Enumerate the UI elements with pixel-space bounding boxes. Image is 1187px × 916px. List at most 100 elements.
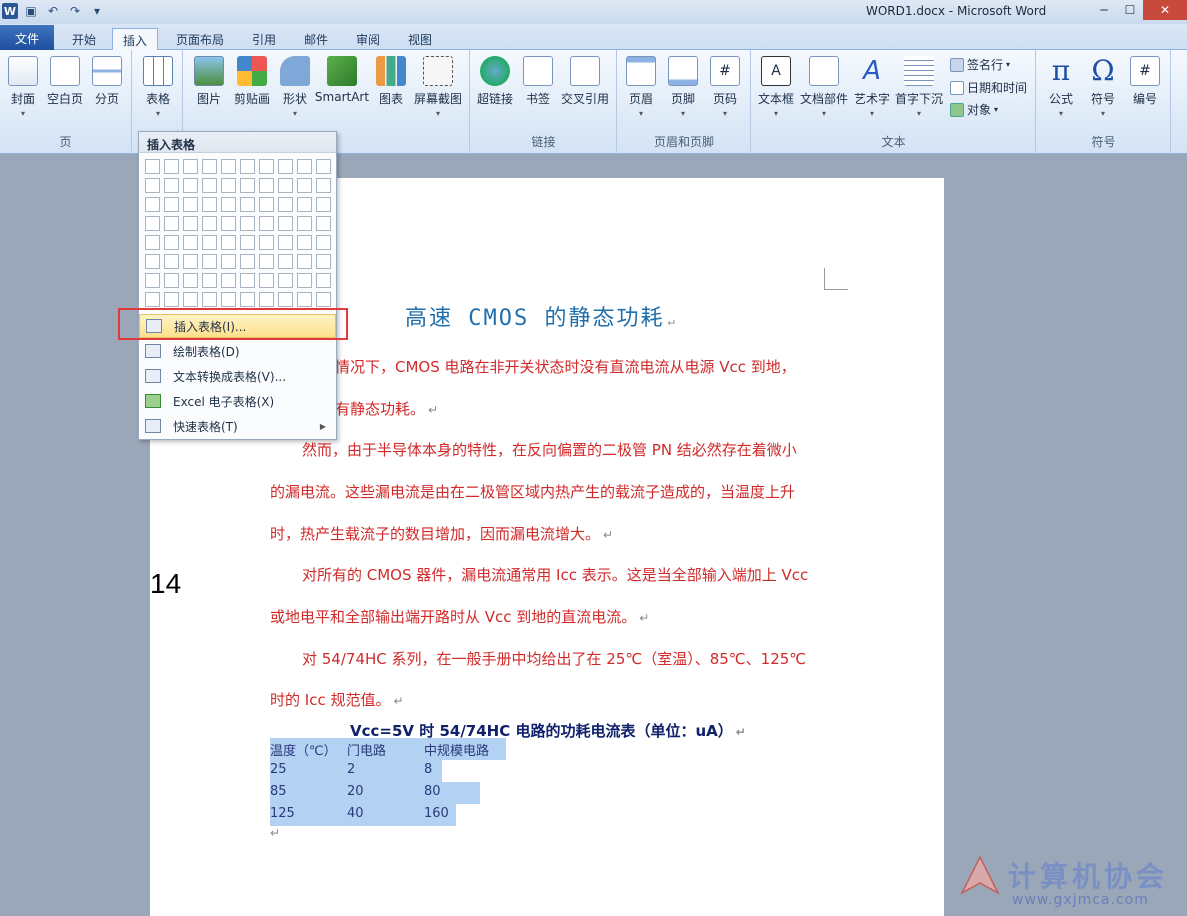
table-grid-cell[interactable]	[278, 292, 293, 307]
table-header-row[interactable]: 温度（℃） 门电路 中规模电路	[270, 738, 506, 760]
table-row[interactable]: 85 20 80	[270, 782, 480, 804]
table-grid-cell[interactable]	[278, 178, 293, 193]
table-grid-cell[interactable]	[221, 197, 236, 212]
draw-table-menu-item[interactable]: 绘制表格(D)	[139, 339, 336, 363]
table-grid-cell[interactable]	[202, 216, 217, 231]
customize-qat-icon[interactable]: ▾	[88, 3, 106, 19]
table-grid-cell[interactable]	[297, 216, 312, 231]
table-grid-cell[interactable]	[183, 216, 198, 231]
table-grid-cell[interactable]	[164, 235, 179, 250]
paragraph-line[interactable]: 时，热产生载流子的数目增加，因而漏电流增大。 ↵	[270, 523, 613, 544]
paragraph-line[interactable]: 或地电平和全部输出端开路时从 Vcc 到地的直流电流。 ↵	[270, 606, 649, 627]
table-grid-cell[interactable]	[297, 254, 312, 269]
table-grid-cell[interactable]	[221, 235, 236, 250]
table-row[interactable]: 25 2 8	[270, 760, 442, 782]
table-grid-cell[interactable]	[278, 216, 293, 231]
table-grid-cell[interactable]	[145, 216, 160, 231]
table-grid-cell[interactable]	[259, 178, 274, 193]
table-grid-cell[interactable]	[164, 178, 179, 193]
table-grid-cell[interactable]	[316, 254, 331, 269]
blank-page-button[interactable]: 空白页	[44, 56, 86, 107]
header-button[interactable]: 页眉 ▾	[624, 56, 658, 118]
table-grid-cell[interactable]	[240, 235, 255, 250]
table-grid-cell[interactable]	[259, 197, 274, 212]
table-grid-cell[interactable]	[259, 292, 274, 307]
table-grid-cell[interactable]	[221, 178, 236, 193]
table-grid-cell[interactable]	[259, 216, 274, 231]
quick-tables-menu-item[interactable]: 快速表格(T) ▶	[139, 414, 336, 438]
smartart-button[interactable]: SmartArt	[314, 56, 370, 104]
table-grid-cell[interactable]	[259, 159, 274, 174]
table-grid-cell[interactable]	[278, 254, 293, 269]
paragraph-line[interactable]: 想情况下，CMOS 电路在非开关状态时没有直流电流从电源 Vcc 到地，	[320, 356, 796, 377]
tab-insert[interactable]: 插入	[112, 28, 159, 51]
paragraph-line[interactable]: 时的 Icc 规范值。 ↵	[270, 689, 404, 710]
paragraph-line[interactable]: 的漏电流。这些漏电流是由在二极管区域内热产生的载流子造成的，当温度上升	[270, 481, 795, 502]
page-break-button[interactable]: 分页	[90, 56, 124, 107]
table-row[interactable]: 125 40 160	[270, 804, 456, 826]
tab-view[interactable]: 视图	[398, 28, 442, 50]
table-grid-cell[interactable]	[240, 216, 255, 231]
quick-parts-button[interactable]: 文档部件 ▾	[798, 56, 850, 118]
table-grid-cell[interactable]	[278, 159, 293, 174]
document-title[interactable]: 高速 CMOS 的静态功耗 ↵	[405, 300, 677, 332]
table-grid-cell[interactable]	[221, 216, 236, 231]
table-grid-cell[interactable]	[278, 235, 293, 250]
picture-button[interactable]: 图片	[192, 56, 226, 107]
object-button[interactable]: 对象 ▾	[950, 101, 998, 118]
symbol-button[interactable]: Ω 符号 ▾	[1085, 56, 1121, 119]
table-grid-cell[interactable]	[145, 197, 160, 212]
table-grid-cell[interactable]	[202, 159, 217, 174]
chart-button[interactable]: 图表	[374, 56, 408, 107]
bookmark-button[interactable]: 书签	[521, 56, 555, 107]
table-grid-cell[interactable]	[202, 235, 217, 250]
table-grid-cell[interactable]	[240, 178, 255, 193]
word-logo-icon[interactable]: W	[2, 3, 18, 19]
table-grid-cell[interactable]	[164, 292, 179, 307]
minimize-icon[interactable]: ─	[1091, 0, 1117, 20]
page-number-button[interactable]: # 页码 ▾	[708, 56, 742, 118]
table-grid-cell[interactable]	[183, 178, 198, 193]
table-grid-cell[interactable]	[202, 292, 217, 307]
excel-spreadsheet-menu-item[interactable]: Excel 电子表格(X)	[139, 389, 336, 413]
paragraph-line[interactable]: 没有静态功耗。 ↵	[320, 398, 438, 419]
paragraph-line[interactable]: 对所有的 CMOS 器件，漏电流通常用 Icc 表示。这是当全部输入端加上 Vc…	[302, 564, 808, 585]
table-grid-cell[interactable]	[316, 197, 331, 212]
table-grid-cell[interactable]	[240, 292, 255, 307]
clip-art-button[interactable]: 剪贴画	[232, 56, 272, 107]
paragraph-line[interactable]: 然而，由于半导体本身的特性，在反向偏置的二极管 PN 结必然存在着微小	[302, 439, 797, 460]
tab-file[interactable]: 文件	[0, 25, 54, 50]
table-grid-cell[interactable]	[221, 273, 236, 288]
table-grid-cell[interactable]	[145, 159, 160, 174]
table-grid-cell[interactable]	[240, 159, 255, 174]
tab-review[interactable]: 审阅	[346, 28, 390, 50]
paragraph-line[interactable]: 对 54/74HC 系列，在一般手册中均给出了在 25℃（室温）、85℃、125…	[302, 648, 806, 669]
table-grid-cell[interactable]	[297, 292, 312, 307]
table-grid-cell[interactable]	[297, 273, 312, 288]
date-time-button[interactable]: 日期和时间	[950, 79, 1027, 96]
table-grid-cell[interactable]	[259, 235, 274, 250]
close-icon[interactable]: ✕	[1143, 0, 1187, 20]
tab-references[interactable]: 引用	[242, 28, 286, 50]
table-grid-cell[interactable]	[316, 159, 331, 174]
tab-page-layout[interactable]: 页面布局	[166, 28, 234, 50]
table-grid-cell[interactable]	[297, 197, 312, 212]
table-grid-cell[interactable]	[202, 197, 217, 212]
maximize-icon[interactable]: ☐	[1117, 0, 1143, 20]
table-grid-cell[interactable]	[145, 273, 160, 288]
table-grid-cell[interactable]	[297, 159, 312, 174]
equation-button[interactable]: π 公式 ▾	[1043, 56, 1079, 119]
undo-icon[interactable]: ↶	[44, 3, 62, 19]
table-grid-cell[interactable]	[297, 178, 312, 193]
table-grid-cell[interactable]	[240, 273, 255, 288]
table-grid-cell[interactable]	[183, 197, 198, 212]
tab-home[interactable]: 开始	[62, 28, 106, 50]
signature-line-button[interactable]: 签名行 ▾	[950, 56, 1010, 73]
table-grid-cell[interactable]	[202, 273, 217, 288]
drop-cap-button[interactable]: 首字下沉 ▾	[894, 56, 944, 118]
table-grid-cell[interactable]	[316, 216, 331, 231]
table-grid-cell[interactable]	[259, 254, 274, 269]
table-grid-cell[interactable]	[202, 254, 217, 269]
table-grid-cell[interactable]	[240, 254, 255, 269]
text-box-button[interactable]: A 文本框 ▾	[756, 56, 796, 118]
